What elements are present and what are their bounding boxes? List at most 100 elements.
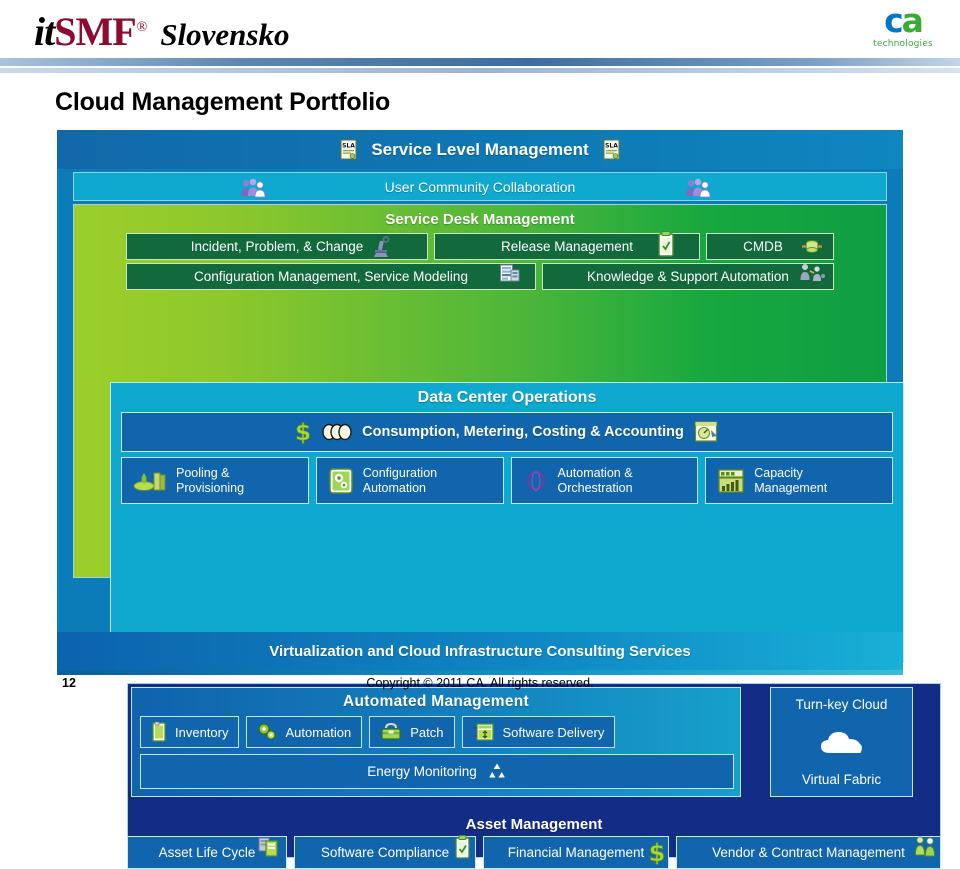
dco-configuration-automation-label: Configuration Automation xyxy=(362,465,438,495)
asset-box-asset-life-cycle[interactable]: Asset Life Cycle xyxy=(127,836,287,869)
sdm-knowledge-support-automation[interactable]: Knowledge & Support Automation xyxy=(542,263,834,290)
footer-divider xyxy=(57,670,903,675)
asset-management-label: Asset Management xyxy=(465,816,603,833)
pool-server-icon xyxy=(133,467,167,495)
dco-tile-automation-orchestration[interactable]: Automation & Orchestration xyxy=(510,457,699,504)
layer-data-center-operations: Data Center Operations $ Consumption, Me… xyxy=(110,382,941,869)
am-inventory-label: Inventory xyxy=(175,724,229,740)
ca-wordmark: ca xyxy=(860,4,946,37)
layer-user-community-collaboration: User Community Collaboration xyxy=(73,172,887,201)
svg-text:SLA: SLA xyxy=(342,142,355,149)
dco-pooling-provisioning-label: Pooling & Provisioning xyxy=(176,465,245,495)
logo-it-text: it xyxy=(34,9,55,54)
page-title: Cloud Management Portfolio xyxy=(55,88,391,116)
am-tile-inventory[interactable]: Inventory xyxy=(140,716,240,748)
users-group-icon xyxy=(239,176,269,200)
svg-text:SLA: SLA xyxy=(605,142,618,149)
dollar-sign-icon: $ xyxy=(294,420,312,444)
dco-tile-capacity-management[interactable]: Capacity Management xyxy=(705,457,893,504)
sdm-configuration-management[interactable]: Configuration Management, Service Modeli… xyxy=(126,263,536,290)
dollar-sign-icon: $ xyxy=(648,840,666,866)
toolbox-icon xyxy=(380,722,402,742)
header-divider-primary xyxy=(0,58,960,66)
users-group-icon xyxy=(684,176,714,200)
sdm-configuration-management-label: Configuration Management, Service Modeli… xyxy=(194,269,468,284)
am-tile-automation[interactable]: Automation xyxy=(246,716,363,748)
software-delivery-icon xyxy=(473,722,495,742)
ca-letter-a: a xyxy=(901,1,924,40)
ca-letter-c: c xyxy=(884,1,904,40)
inventory-doc-icon xyxy=(151,721,167,743)
sla-icon: SLA xyxy=(603,139,620,160)
dco-tile-pooling-provisioning[interactable]: Pooling & Provisioning xyxy=(121,457,309,504)
people-pair-icon xyxy=(912,834,938,860)
layer-service-desk-management: Service Desk Management Incident, Proble… xyxy=(73,204,941,869)
automated-management-tiles: Inventory Automation Patch Software Deli… xyxy=(140,716,734,748)
layer-service-level-management: SLA Service Level Management SLA xyxy=(57,130,903,169)
clipboard-check-icon xyxy=(657,231,675,257)
ca-technologies-logo: ca technologies xyxy=(860,4,946,56)
sdm-incident-problem-change[interactable]: Incident, Problem, & Change xyxy=(126,233,428,260)
cloud-icon xyxy=(819,728,865,756)
data-center-operations-tiles: Pooling & Provisioning Configuration Autom… xyxy=(121,457,893,504)
virtual-fabric-label: Virtual Fabric xyxy=(801,772,882,787)
orchestration-ring-icon xyxy=(523,468,549,494)
copyright-notice: Copyright © 2011 CA. All rights reserved… xyxy=(366,676,594,690)
sdm-release-management[interactable]: Release Management xyxy=(434,231,700,260)
page-header: it SMF ® Slovensko ca technologies xyxy=(0,0,960,73)
layer-consulting-services: Virtualization and Cloud Infrastructure … xyxy=(57,632,903,670)
layer-automated-management: Automated Management Inventory Automatio… xyxy=(131,687,741,797)
asset-box-financial-management[interactable]: Financial Management $ xyxy=(483,836,669,869)
dco-tile-configuration-automation[interactable]: Configuration Automation xyxy=(315,457,504,504)
service-desk-management-label: Service Desk Management xyxy=(385,211,575,228)
data-center-operations-label: Data Center Operations xyxy=(417,389,597,406)
gears-icon xyxy=(257,722,277,742)
dco-automation-orchestration-label: Automation & Orchestration xyxy=(557,465,633,495)
automated-management-label: Automated Management xyxy=(343,693,529,710)
asset-lifecycle-icon xyxy=(258,835,280,857)
am-automation-label: Automation xyxy=(285,724,352,740)
consumption-metering-costing-accounting-band[interactable]: $ Consumption, Metering, Costing & Accou… xyxy=(121,412,893,452)
recycle-icon xyxy=(487,762,507,782)
asset-box-vendor-contract-management[interactable]: Vendor & Contract Management xyxy=(676,836,941,869)
service-level-management-label: Service Level Management xyxy=(371,139,589,159)
logo-smf-text: SMF xyxy=(54,9,136,54)
asset-box-software-compliance[interactable]: Software Compliance xyxy=(294,835,476,869)
sdm-cmdb[interactable]: CMDB xyxy=(706,233,834,260)
am-energy-monitoring[interactable]: Energy Monitoring xyxy=(140,754,734,789)
cloud-management-portfolio-diagram: SLA Service Level Management SLA User Co… xyxy=(57,130,941,869)
coins-icon xyxy=(322,423,352,441)
sdm-cmdb-label: CMDB xyxy=(743,239,783,254)
sdm-incident-problem-change-label: Incident, Problem, & Change xyxy=(190,239,364,254)
am-energy-monitoring-label: Energy Monitoring xyxy=(367,764,477,779)
asset-life-cycle-label: Asset Life Cycle xyxy=(158,845,256,860)
vendor-contract-management-label: Vendor & Contract Management xyxy=(712,845,905,860)
service-desk-row-1: Incident, Problem, & Change Release Mana… xyxy=(126,231,834,260)
database-icon xyxy=(801,238,823,256)
sla-icon: SLA xyxy=(340,139,357,160)
clipboard-check-icon xyxy=(454,835,471,859)
consumption-metering-label: Consumption, Metering, Costing & Account… xyxy=(362,424,684,440)
gear-config-icon xyxy=(328,467,354,495)
consulting-services-label: Virtualization and Cloud Infrastructure … xyxy=(269,642,691,660)
ca-tagline: technologies xyxy=(873,39,933,49)
metering-chart-icon xyxy=(694,420,720,444)
dco-capacity-management-label: Capacity Management xyxy=(754,465,828,495)
financial-management-label: Financial Management xyxy=(507,845,645,860)
turnkey-cloud-virtual-fabric-panel[interactable]: Turn-key Cloud Virtual Fabric xyxy=(770,687,913,797)
am-tile-patch[interactable]: Patch xyxy=(369,716,455,748)
am-tile-software-delivery[interactable]: Software Delivery xyxy=(461,716,616,748)
software-compliance-label: Software Compliance xyxy=(320,845,450,860)
am-software-delivery-label: Software Delivery xyxy=(502,724,605,740)
server-rack-icon xyxy=(499,262,521,284)
service-desk-row-2: Configuration Management, Service Modeli… xyxy=(126,263,834,290)
sdm-knowledge-support-automation-label: Knowledge & Support Automation xyxy=(587,269,789,284)
user-community-collaboration-label: User Community Collaboration xyxy=(384,178,576,195)
itsmf-slovensko-logo: it SMF ® Slovensko xyxy=(34,8,290,54)
registered-mark-icon: ® xyxy=(136,20,148,35)
asset-management-row: Asset Life Cycle Software Compliance Fin… xyxy=(127,835,941,869)
bar-chart-icon xyxy=(717,467,745,495)
people-connect-icon xyxy=(797,262,827,286)
sdm-release-management-label: Release Management xyxy=(500,239,634,254)
am-patch-label: Patch xyxy=(410,724,444,740)
